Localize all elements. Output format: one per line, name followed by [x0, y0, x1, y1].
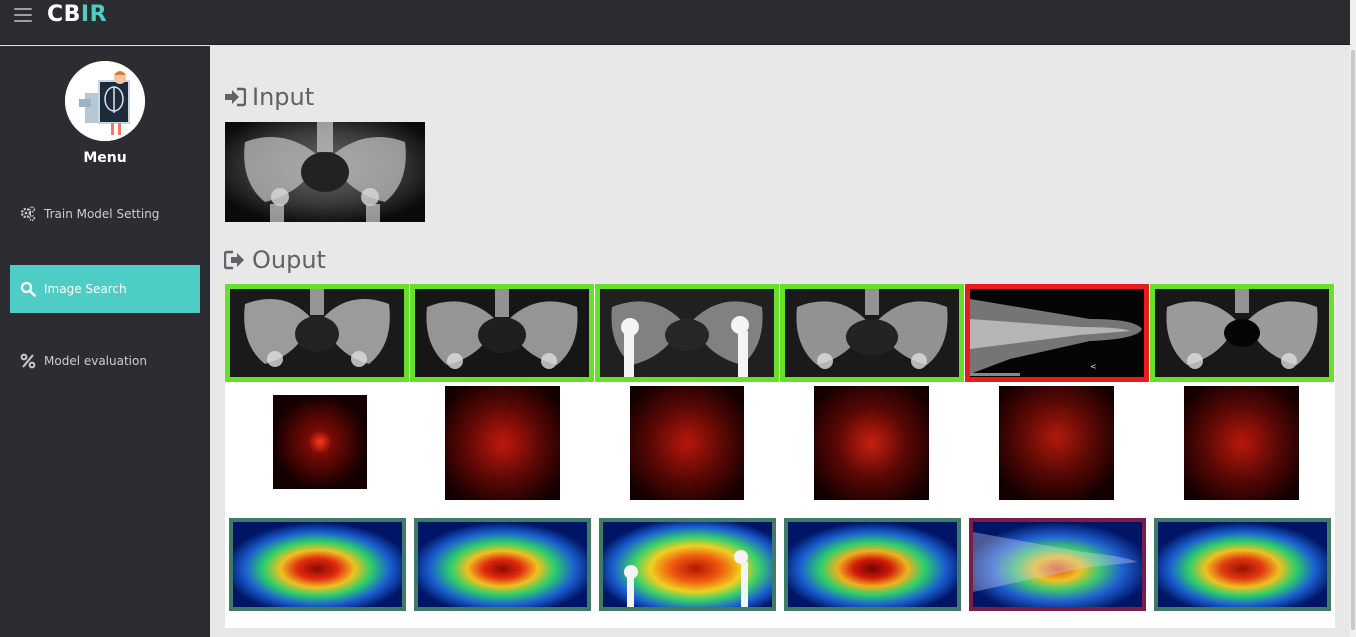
result-image[interactable] — [225, 284, 409, 382]
search-icon — [20, 281, 36, 297]
input-section-title: Input — [224, 83, 314, 111]
sidebar-item-model-evaluation[interactable]: Model evaluation — [10, 337, 200, 385]
result-image[interactable] — [780, 284, 964, 382]
brand-part-1: CB — [47, 2, 81, 27]
saliency-map — [1184, 386, 1299, 500]
heatmap-overlay — [414, 518, 591, 611]
hamburger-menu-icon[interactable] — [14, 8, 32, 24]
heatmap-overlay — [599, 518, 776, 611]
heatmap-overlay-mismatch — [969, 518, 1146, 611]
output-title-text: Ouput — [252, 246, 326, 274]
saliency-map — [445, 386, 560, 500]
doctor-xray-illustration — [65, 61, 145, 141]
input-xray-image — [225, 122, 425, 222]
main-content: Input Ouput < — [210, 46, 1350, 637]
result-image-mismatch[interactable]: < — [965, 284, 1149, 382]
sidebar: Menu Train Model Setting Image Search Mo… — [0, 46, 210, 637]
brand-part-2: IR — [80, 2, 108, 27]
result-image[interactable] — [595, 284, 779, 382]
sidebar-item-train-model-setting[interactable]: Train Model Setting — [10, 190, 200, 238]
sidebar-item-label: Train Model Setting — [44, 207, 160, 221]
sidebar-item-label: Model evaluation — [44, 354, 147, 368]
svg-text:<: < — [1090, 362, 1097, 371]
sign-out-icon — [224, 250, 246, 270]
brand-logo[interactable]: CBIR — [47, 2, 107, 27]
sidebar-item-image-search[interactable]: Image Search — [10, 265, 200, 313]
gears-icon — [20, 206, 36, 222]
top-bar: CBIR — [0, 0, 1350, 45]
avatar — [65, 61, 145, 141]
saliency-map — [814, 386, 929, 500]
output-section-title: Ouput — [224, 246, 326, 274]
percent-icon — [20, 353, 36, 369]
heatmap-overlays-row — [225, 518, 1335, 612]
result-image[interactable] — [1150, 284, 1334, 382]
heatmap-overlay — [784, 518, 961, 611]
output-panel: < — [225, 284, 1335, 628]
menu-title: Menu — [83, 150, 127, 166]
scrollbar[interactable] — [1350, 0, 1356, 637]
saliency-maps-row — [225, 386, 1335, 502]
sign-in-icon — [224, 87, 246, 107]
saliency-map — [273, 395, 367, 489]
heatmap-overlay — [1154, 518, 1331, 611]
saliency-map — [630, 386, 744, 500]
heatmap-overlay — [229, 518, 406, 611]
scrollbar-thumb[interactable] — [1351, 50, 1355, 630]
retrieved-results-row: < — [225, 284, 1335, 382]
sidebar-item-label: Image Search — [44, 282, 127, 296]
input-title-text: Input — [252, 83, 315, 111]
saliency-map — [999, 386, 1114, 500]
result-image[interactable] — [410, 284, 594, 382]
